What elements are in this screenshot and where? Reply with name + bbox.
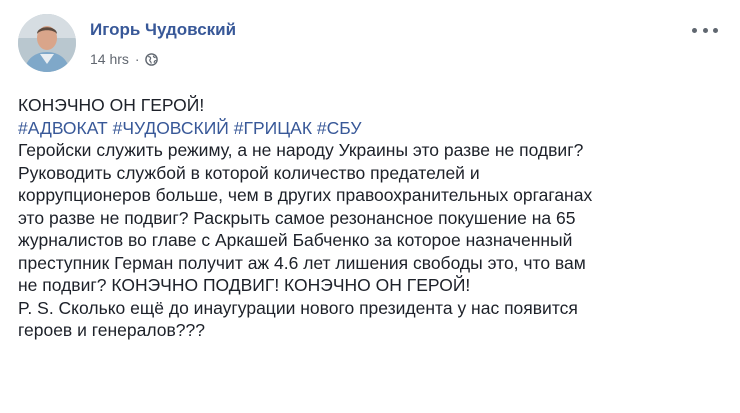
more-options-button[interactable] [692,22,718,38]
globe-icon[interactable] [144,52,158,66]
post-text-line: Геройски служить режиму, а не народу Укр… [18,140,584,160]
facebook-post: Игорь Чудовский 14 hrs · КОНЭЧНО ОН ГЕРО… [0,0,740,413]
post-timestamp[interactable]: 14 hrs [90,51,129,67]
hashtag-link[interactable]: #АДВОКАТ [18,118,108,138]
post-body: КОНЭЧНО ОН ГЕРОЙ! #АДВОКАТ #ЧУДОВСКИЙ #Г… [18,94,730,342]
post-header: Игорь Чудовский 14 hrs · [18,14,722,78]
more-horizontal-icon [702,27,708,33]
post-text-line: это разве не подвиг? Раскрыть самое резо… [18,207,576,228]
meta-separator: · [134,51,140,67]
more-horizontal-icon [692,27,697,33]
post-headline: КОНЭЧНО ОН ГЕРОЙ! [18,95,205,115]
more-horizontal-icon [713,27,718,33]
post-text-line: героев и генералов??? [18,320,205,340]
avatar[interactable] [18,14,76,72]
hashtag-link[interactable]: #СБУ [317,118,362,138]
hashtag-link[interactable]: #ГРИЦАК [234,118,312,138]
post-text-line: Руководить службой в которой количество … [18,162,480,183]
post-text-line: P. S. Сколько ещё до инаугурации нового … [18,297,578,318]
post-text-line: коррупционеров больше, чем в других прав… [18,185,593,205]
post-text-line: преступник Герман получит аж 4.6 лет лиш… [18,252,586,273]
author-name[interactable]: Игорь Чудовский [90,20,236,40]
hashtag-link[interactable]: #ЧУДОВСКИЙ [113,118,229,138]
post-text-line: не подвиг? КОНЭЧНО ПОДВИГ! КОНЭЧНО ОН ГЕ… [18,275,471,295]
hashtag-list: #АДВОКАТ #ЧУДОВСКИЙ #ГРИЦАК #СБУ [18,117,730,140]
avatar-image [18,14,76,72]
post-text-line: журналистов во главе с Аркашей Бабченко … [18,230,573,250]
post-meta: 14 hrs · [90,50,158,68]
